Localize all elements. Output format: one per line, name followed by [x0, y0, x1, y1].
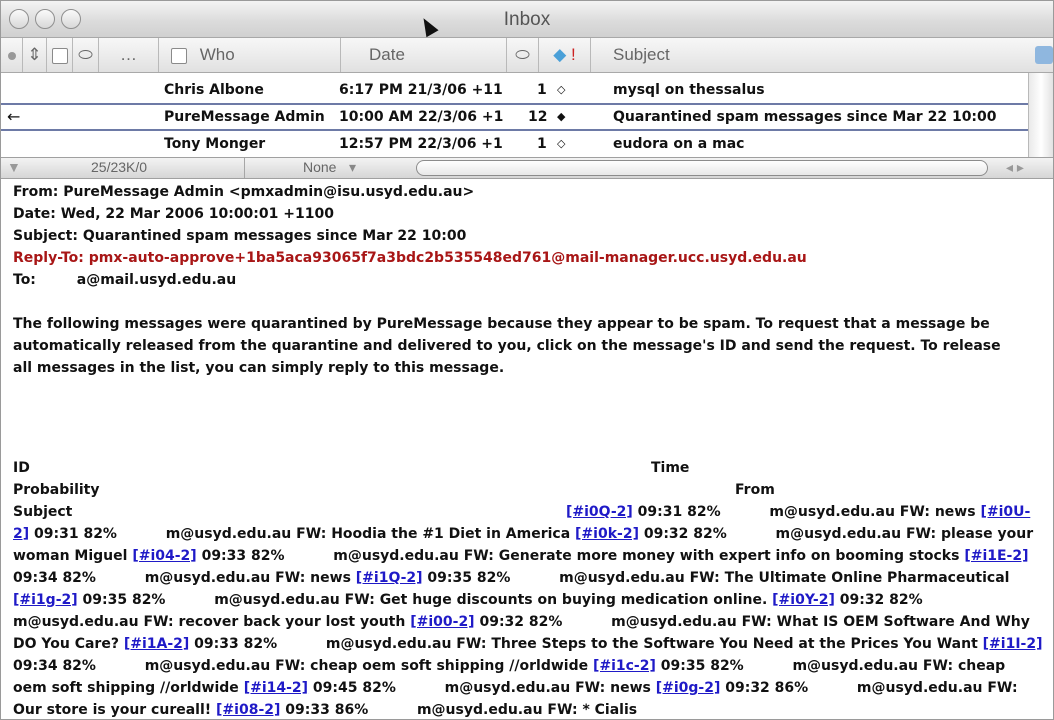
header-subject: Subject: Quarantined spam messages since… — [13, 228, 467, 244]
window-title: Inbox — [503, 9, 551, 30]
message-who: Chris Albone — [164, 82, 264, 98]
who-header-label: Who — [199, 45, 235, 64]
message-subject: Quarantined spam messages since Mar 22 1… — [613, 109, 997, 125]
quarantine-list: [#i0Q-2] 09:31 82% m@usyd.edu.au FW: new… — [13, 501, 1043, 719]
person-icon — [171, 47, 187, 64]
popup-arrow-icon[interactable]: ▾ — [349, 159, 356, 176]
header-to: To: a@mail.usyd.edu.au — [13, 269, 1043, 291]
triangle-down-icon[interactable]: ▼ — [7, 159, 21, 175]
who-column-header[interactable]: Who — [159, 38, 341, 72]
mail-window: Inbox ⇕ ⬭ … Who Date ⬭ ◆ ! Subject Chris… — [0, 0, 1054, 720]
quarantine-entry-text: 09:33 86% m@usyd.edu.au FW: * Cialis — [280, 702, 638, 718]
quarantine-entry-text: 09:33 82% m@usyd.edu.au FW: Generate mor… — [196, 548, 965, 564]
message-subject: eudora on a mac — [613, 136, 745, 152]
message-status-icon: ◇ — [557, 137, 566, 150]
quarantine-id-link[interactable]: [#i0g-2] — [656, 680, 721, 696]
status-column-button[interactable] — [1, 38, 23, 72]
scroll-arrows-icon[interactable]: ◂ ▸ — [1006, 159, 1024, 176]
message-priority: 1 — [537, 136, 547, 152]
quarantine-id-link[interactable]: [#i00-2] — [410, 614, 474, 630]
attachment-column-button[interactable] — [47, 38, 73, 72]
message-priority: 1 — [537, 82, 547, 98]
mood-icon: ◆ — [553, 45, 567, 64]
quarantine-id-link[interactable]: [#i0k-2] — [575, 526, 639, 542]
server-column-button[interactable]: … — [99, 38, 159, 72]
col-probability-label: Probability — [13, 482, 100, 498]
attachment-icon — [51, 47, 68, 64]
label-column-button[interactable]: ⬭ — [73, 38, 99, 72]
title-bar: Inbox — [1, 1, 1053, 38]
message-list: Chris Albone 6:17 PM 21/3/06 +11 1 ◇ mys… — [1, 73, 1031, 157]
priority-icon: ! — [571, 45, 576, 64]
date-header-label: Date — [369, 45, 405, 64]
quarantine-entry-text: 09:34 82% m@usyd.edu.au FW: cheap oem so… — [13, 658, 593, 674]
quarantine-id-link[interactable]: [#i1g-2] — [13, 592, 78, 608]
circle-icon — [7, 51, 16, 60]
mailbox-icon: ⬭ — [515, 45, 530, 64]
reply-arrow-icon: ← — [7, 107, 21, 126]
message-row[interactable]: Tony Monger 12:57 PM 22/3/06 +1 1 ◇ eudo… — [1, 131, 1031, 157]
message-date: 10:00 AM 22/3/06 +1 — [339, 109, 504, 125]
header-to-label: To: — [13, 272, 36, 288]
message-who: PureMessage Admin — [164, 109, 325, 125]
subject-header-label: Subject — [613, 45, 670, 64]
horizontal-scroll-thumb[interactable] — [416, 160, 988, 176]
header-reply-to: Reply-To: pmx-auto-approve+1ba5aca93065f… — [13, 250, 807, 266]
subject-column-header[interactable]: Subject — [591, 38, 1031, 72]
status-bar: ▼ 25/23K/0 None ▾ ◂ ▸ — [1, 157, 1053, 179]
quarantine-entry-text: 09:34 82% m@usyd.edu.au FW: news — [13, 570, 356, 586]
header-to-value: a@mail.usyd.edu.au — [76, 272, 237, 288]
header-date: Date: Wed, 22 Mar 2006 10:00:01 +1100 — [13, 206, 334, 222]
sort-arrows-icon: ⇕ — [27, 45, 42, 64]
message-status-icon: ◇ — [557, 83, 566, 96]
column-options-icon[interactable] — [1035, 46, 1053, 64]
quarantine-entry-text: 09:31 82% m@usyd.edu.au FW: Hoodia the #… — [29, 526, 576, 542]
date-column-header[interactable]: Date — [341, 38, 507, 72]
col-from-label: From — [735, 482, 775, 498]
mood-column-button[interactable]: ◆ ! — [539, 38, 591, 72]
col-id-label: ID — [13, 460, 30, 476]
quarantine-id-link[interactable]: [#i1E-2] — [964, 548, 1028, 564]
message-row[interactable]: Chris Albone 6:17 PM 21/3/06 +11 1 ◇ mys… — [1, 77, 1031, 103]
message-who: Tony Monger — [164, 136, 266, 152]
header-from: From: PureMessage Admin <pmxadmin@isu.us… — [13, 184, 475, 200]
quarantine-id-link[interactable]: [#i1c-2] — [593, 658, 656, 674]
quarantine-entry-text: 09:35 82% m@usyd.edu.au FW: Get huge dis… — [77, 592, 773, 608]
quarantine-id-link[interactable]: [#i1Q-2] — [356, 570, 423, 586]
message-subject: mysql on thessalus — [613, 82, 765, 98]
priority-column-button[interactable]: ⇕ — [23, 38, 47, 72]
quarantine-id-link[interactable]: [#i0Q-2] — [566, 504, 633, 520]
quarantine-id-link[interactable]: [#i08-2] — [216, 702, 280, 718]
col-time-label: Time — [651, 460, 690, 476]
message-list-scrollbar[interactable] — [1028, 73, 1053, 157]
quarantine-entry-text: 09:33 82% m@usyd.edu.au FW: Three Steps … — [189, 636, 983, 652]
message-body: From: PureMessage Admin <pmxadmin@isu.us… — [13, 181, 1043, 719]
quarantine-id-link[interactable]: [#i0Y-2] — [772, 592, 835, 608]
quarantine-id-link[interactable]: [#i14-2] — [244, 680, 308, 696]
quarantine-id-link[interactable]: [#i1I-2] — [983, 636, 1043, 652]
intro-paragraph: The following messages were quarantined … — [13, 316, 1001, 376]
column-header-row: ⇕ ⬭ … Who Date ⬭ ◆ ! Subject — [1, 38, 1053, 73]
quarantine-id-link[interactable]: [#i04-2] — [132, 548, 196, 564]
message-date: 12:57 PM 22/3/06 +1 — [339, 136, 503, 152]
message-priority: 12 — [528, 109, 548, 125]
size-column-button[interactable]: ⬭ — [507, 38, 539, 72]
message-status-icon: ◆ — [557, 110, 566, 123]
sort-popup-label[interactable]: None — [303, 159, 336, 175]
message-date: 6:17 PM 21/3/06 +11 — [339, 82, 503, 98]
quarantine-entry-text: 09:35 82% m@usyd.edu.au FW: The Ultimate… — [422, 570, 1010, 586]
quarantine-id-link[interactable]: [#i1A-2] — [124, 636, 189, 652]
tag-icon: ⬭ — [78, 45, 93, 64]
quarantine-entry-text: 09:45 82% m@usyd.edu.au FW: news — [308, 680, 656, 696]
more-icon: … — [120, 45, 137, 64]
quarantine-entry-text: 09:31 82% m@usyd.edu.au FW: news — [632, 504, 981, 520]
message-row-selected[interactable]: ← PureMessage Admin 10:00 AM 22/3/06 +1 … — [1, 103, 1031, 131]
mailbox-size-text: 25/23K/0 — [91, 159, 148, 175]
